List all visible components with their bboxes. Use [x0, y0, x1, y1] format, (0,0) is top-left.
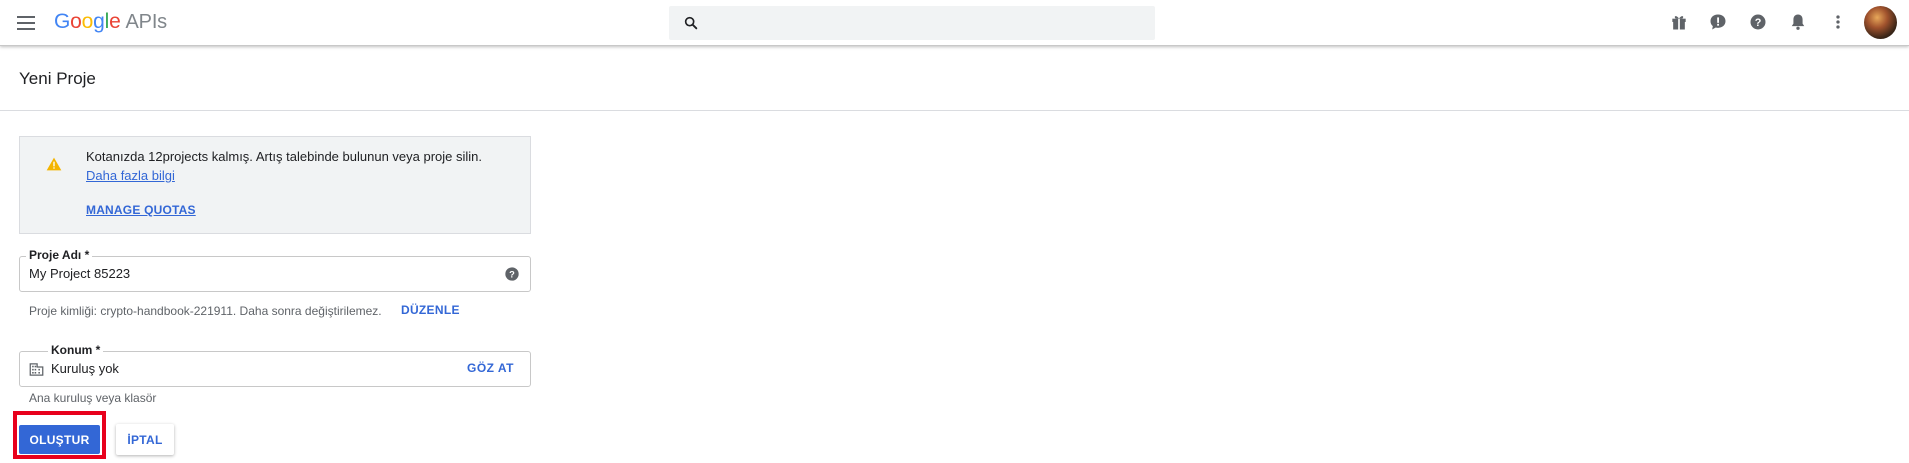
- page-header: Yeni Proje: [0, 46, 1909, 111]
- notifications-icon[interactable]: [1788, 12, 1808, 32]
- cancel-button[interactable]: İPTAL: [116, 424, 174, 455]
- project-id-text: Proje kimliği: crypto-handbook-221911. D…: [29, 304, 382, 318]
- search-icon: [684, 16, 698, 30]
- warning-icon: [46, 157, 62, 171]
- page-title: Yeni Proje: [19, 69, 96, 88]
- browse-button[interactable]: GÖZ AT: [467, 361, 514, 375]
- svg-text:?: ?: [1755, 17, 1762, 29]
- help-icon[interactable]: ?: [1748, 12, 1768, 32]
- google-apis-logo[interactable]: Google APIs: [54, 10, 167, 34]
- manage-quotas-link[interactable]: MANAGE QUOTAS: [86, 203, 196, 217]
- more-vert-icon[interactable]: [1828, 12, 1848, 32]
- project-name-label: Proje Adı *: [26, 248, 93, 262]
- avatar[interactable]: [1864, 6, 1897, 39]
- logo-apis-text: APIs: [125, 11, 168, 33]
- project-name-input[interactable]: My Project 85223: [29, 266, 130, 281]
- menu-icon[interactable]: [14, 12, 38, 34]
- help-icon[interactable]: ?: [504, 266, 520, 282]
- location-field[interactable]: Konum * Kuruluş yok GÖZ AT: [19, 343, 531, 387]
- location-hint: Ana kuruluş veya klasör: [29, 391, 157, 405]
- create-button[interactable]: OLUŞTUR: [19, 425, 100, 454]
- quota-warning-box: Kotanızda 12projects kalmış. Artış taleb…: [19, 136, 531, 234]
- feedback-icon[interactable]: [1708, 12, 1728, 32]
- project-name-field[interactable]: Proje Adı * My Project 85223 ?: [19, 248, 531, 292]
- learn-more-link[interactable]: Daha fazla bilgi: [86, 168, 175, 183]
- search-input[interactable]: [713, 6, 1143, 40]
- building-icon: [29, 363, 44, 376]
- edit-project-id-link[interactable]: DÜZENLE: [401, 303, 460, 317]
- svg-text:?: ?: [509, 269, 515, 279]
- gift-icon[interactable]: [1669, 12, 1689, 32]
- top-app-bar: Google APIs ?: [0, 0, 1909, 46]
- search-bar[interactable]: [669, 6, 1155, 40]
- location-label: Konum *: [48, 343, 104, 357]
- logo-google-text: Google: [54, 10, 121, 33]
- quota-warning-message: Kotanızda 12projects kalmış. Artış taleb…: [86, 149, 483, 164]
- location-value: Kuruluş yok: [51, 361, 119, 376]
